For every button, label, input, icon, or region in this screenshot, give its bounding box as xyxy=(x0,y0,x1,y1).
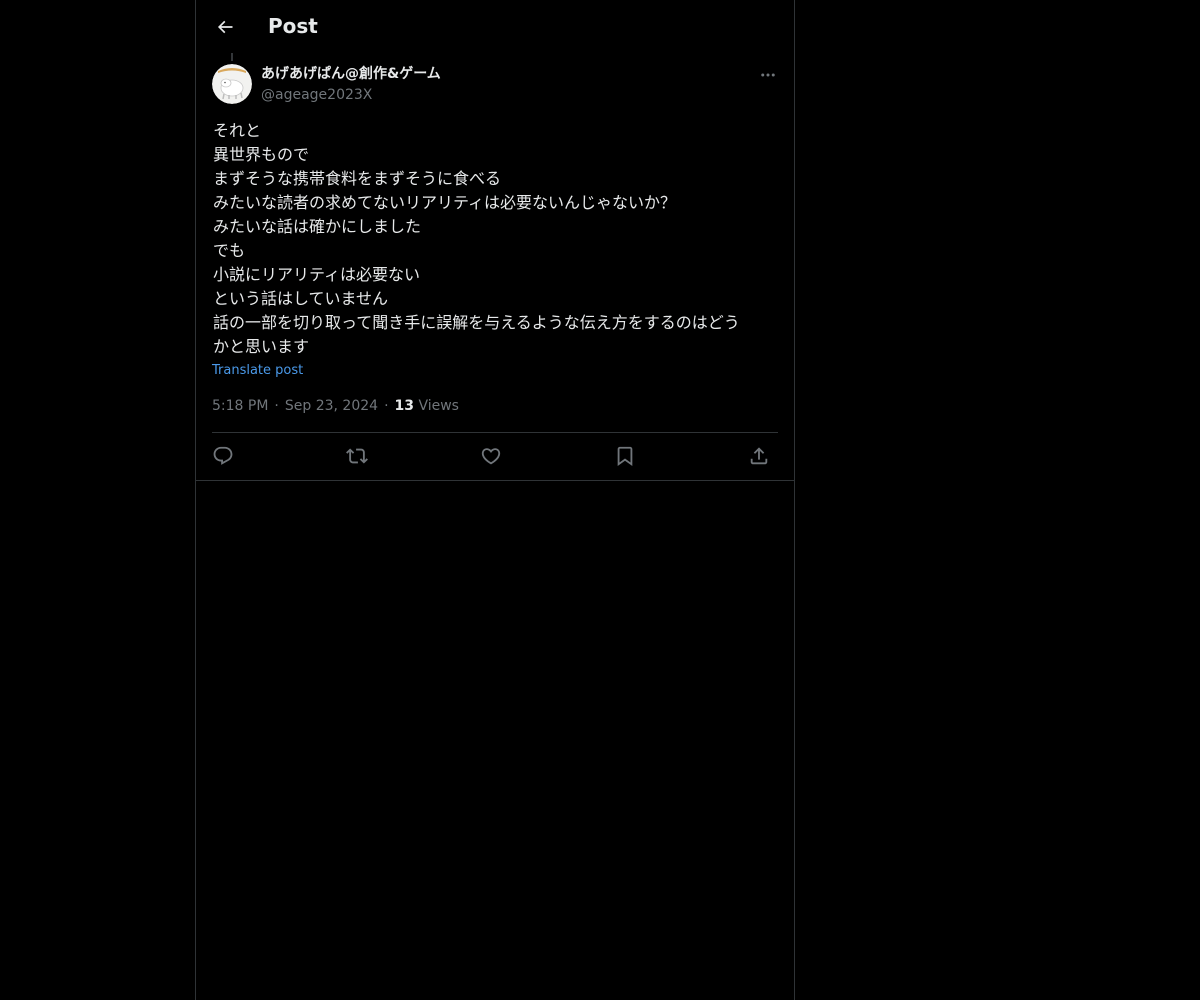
author-handle[interactable]: @ageage2023X xyxy=(261,85,372,105)
more-options-button[interactable] xyxy=(756,64,780,86)
back-button[interactable] xyxy=(208,10,242,44)
share-button[interactable] xyxy=(745,444,773,468)
translate-post-link[interactable]: Translate post xyxy=(212,361,303,381)
repost-icon xyxy=(346,445,368,467)
post-metadata: 5:18 PM · Sep 23, 2024 · 13 Views xyxy=(212,395,459,417)
bookmark-icon xyxy=(614,445,636,467)
post-text-line: まずそうな携帯食料をまずそうに食べる xyxy=(213,169,502,188)
post-text-line: という話はしていません xyxy=(213,289,389,308)
post-text-line: みたいな読者の求めてないリアリティは必要ないんじゃないか？ xyxy=(213,193,677,212)
post-date[interactable]: Sep 23, 2024 xyxy=(285,398,378,414)
post-text-line: みたいな話は確かにしました xyxy=(213,217,422,236)
thread-connector-line xyxy=(231,53,233,61)
reply-button[interactable] xyxy=(209,444,237,468)
repost-button[interactable] xyxy=(343,444,371,468)
post-text: それと 異世界もので まずそうな携帯食料をまずそうに食べる みたいな読者の求めて… xyxy=(213,119,779,359)
divider xyxy=(212,432,778,433)
reply-icon xyxy=(212,445,234,467)
more-dots-icon xyxy=(759,66,777,84)
meta-separator: · xyxy=(384,398,389,414)
post-text-line: 異世界もので xyxy=(213,145,310,164)
post-actions-bar xyxy=(212,440,778,472)
bookmark-button[interactable] xyxy=(611,444,639,468)
author-display-name[interactable]: あげあげぱん@創作&ゲーム xyxy=(261,64,441,84)
avatar[interactable] xyxy=(212,64,252,104)
heart-icon xyxy=(480,445,502,467)
post-time[interactable]: 5:18 PM xyxy=(212,398,268,414)
meta-separator: · xyxy=(274,398,279,414)
page-title: Post xyxy=(268,14,318,38)
views-label: Views xyxy=(418,398,459,414)
like-button[interactable] xyxy=(477,444,505,468)
post-text-line: それと xyxy=(213,121,262,140)
views-count: 13 xyxy=(394,398,414,414)
header: Post xyxy=(196,0,794,53)
divider xyxy=(196,480,794,481)
post-column: Post あげあげぱん@創作&ゲーム @ageage2023X それと 異世界も… xyxy=(195,0,795,1000)
post-text-line: 小説にリアリティは必要ない xyxy=(213,265,421,284)
post-text-line: でも xyxy=(213,241,246,260)
arrow-left-icon xyxy=(215,17,235,37)
share-icon xyxy=(748,445,770,467)
post-text-line: かと思います xyxy=(213,337,310,356)
post-text-line: 話の一部を切り取って聞き手に誤解を与えるような伝え方をするのはどう xyxy=(213,313,740,332)
